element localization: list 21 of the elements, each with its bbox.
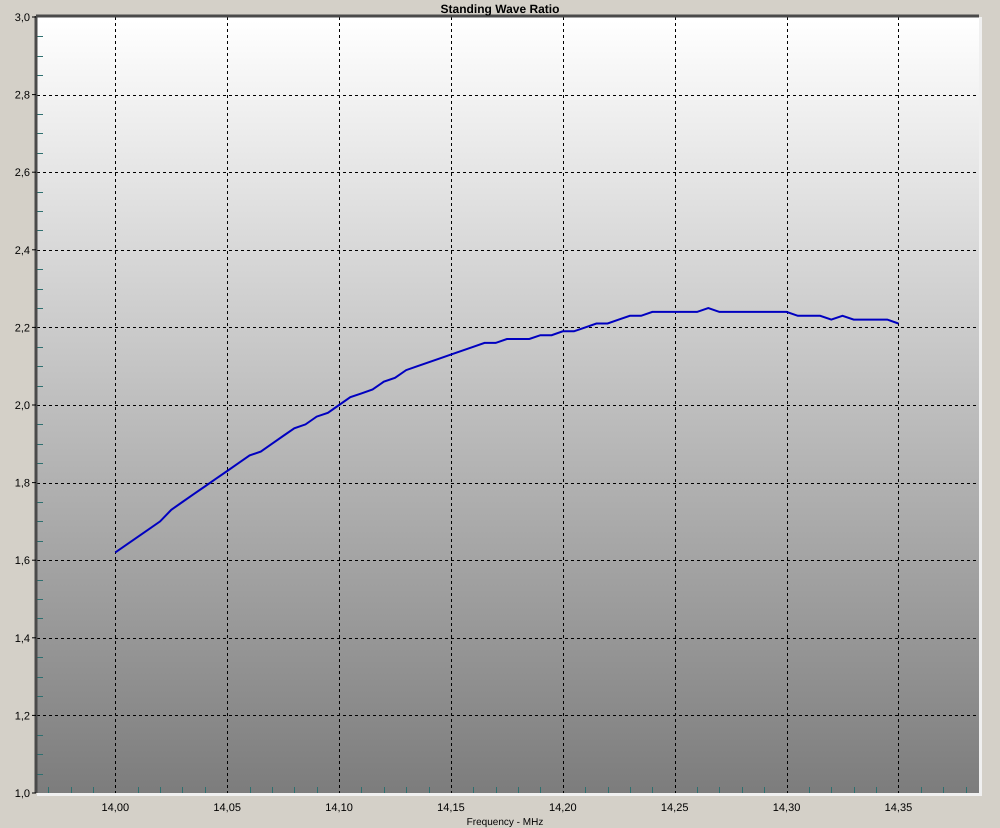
y-tick-label: 2,6 (14, 167, 30, 180)
y-tick-label: 1,0 (14, 788, 30, 800)
x-tick-label: 14,05 (213, 802, 241, 814)
x-tick-label: 14,20 (549, 802, 577, 814)
y-tick-label: 1,8 (14, 478, 30, 490)
x-axis-title: Frequency - MHz (466, 817, 544, 828)
chart-title: Standing Wave Ratio (440, 2, 560, 16)
y-tick-label: 2,0 (14, 400, 30, 412)
y-tick-label: 1,4 (14, 632, 30, 645)
x-tick-label: 14,35 (884, 802, 912, 814)
x-tick-label: 14,30 (772, 802, 800, 814)
y-tick-label: 2,4 (14, 244, 30, 257)
x-tick-label: 14,15 (437, 802, 465, 814)
x-tick-label: 14,10 (325, 802, 353, 814)
y-tick-label: 1,2 (14, 710, 30, 722)
y-tick-label: 3,0 (14, 12, 30, 24)
y-tick-label: 2,2 (14, 322, 30, 334)
x-tick-label: 14,00 (102, 802, 130, 814)
x-tick-label: 14,25 (660, 802, 688, 814)
y-tick-label: 2,8 (14, 90, 30, 102)
y-tick-label: 1,6 (14, 555, 30, 568)
